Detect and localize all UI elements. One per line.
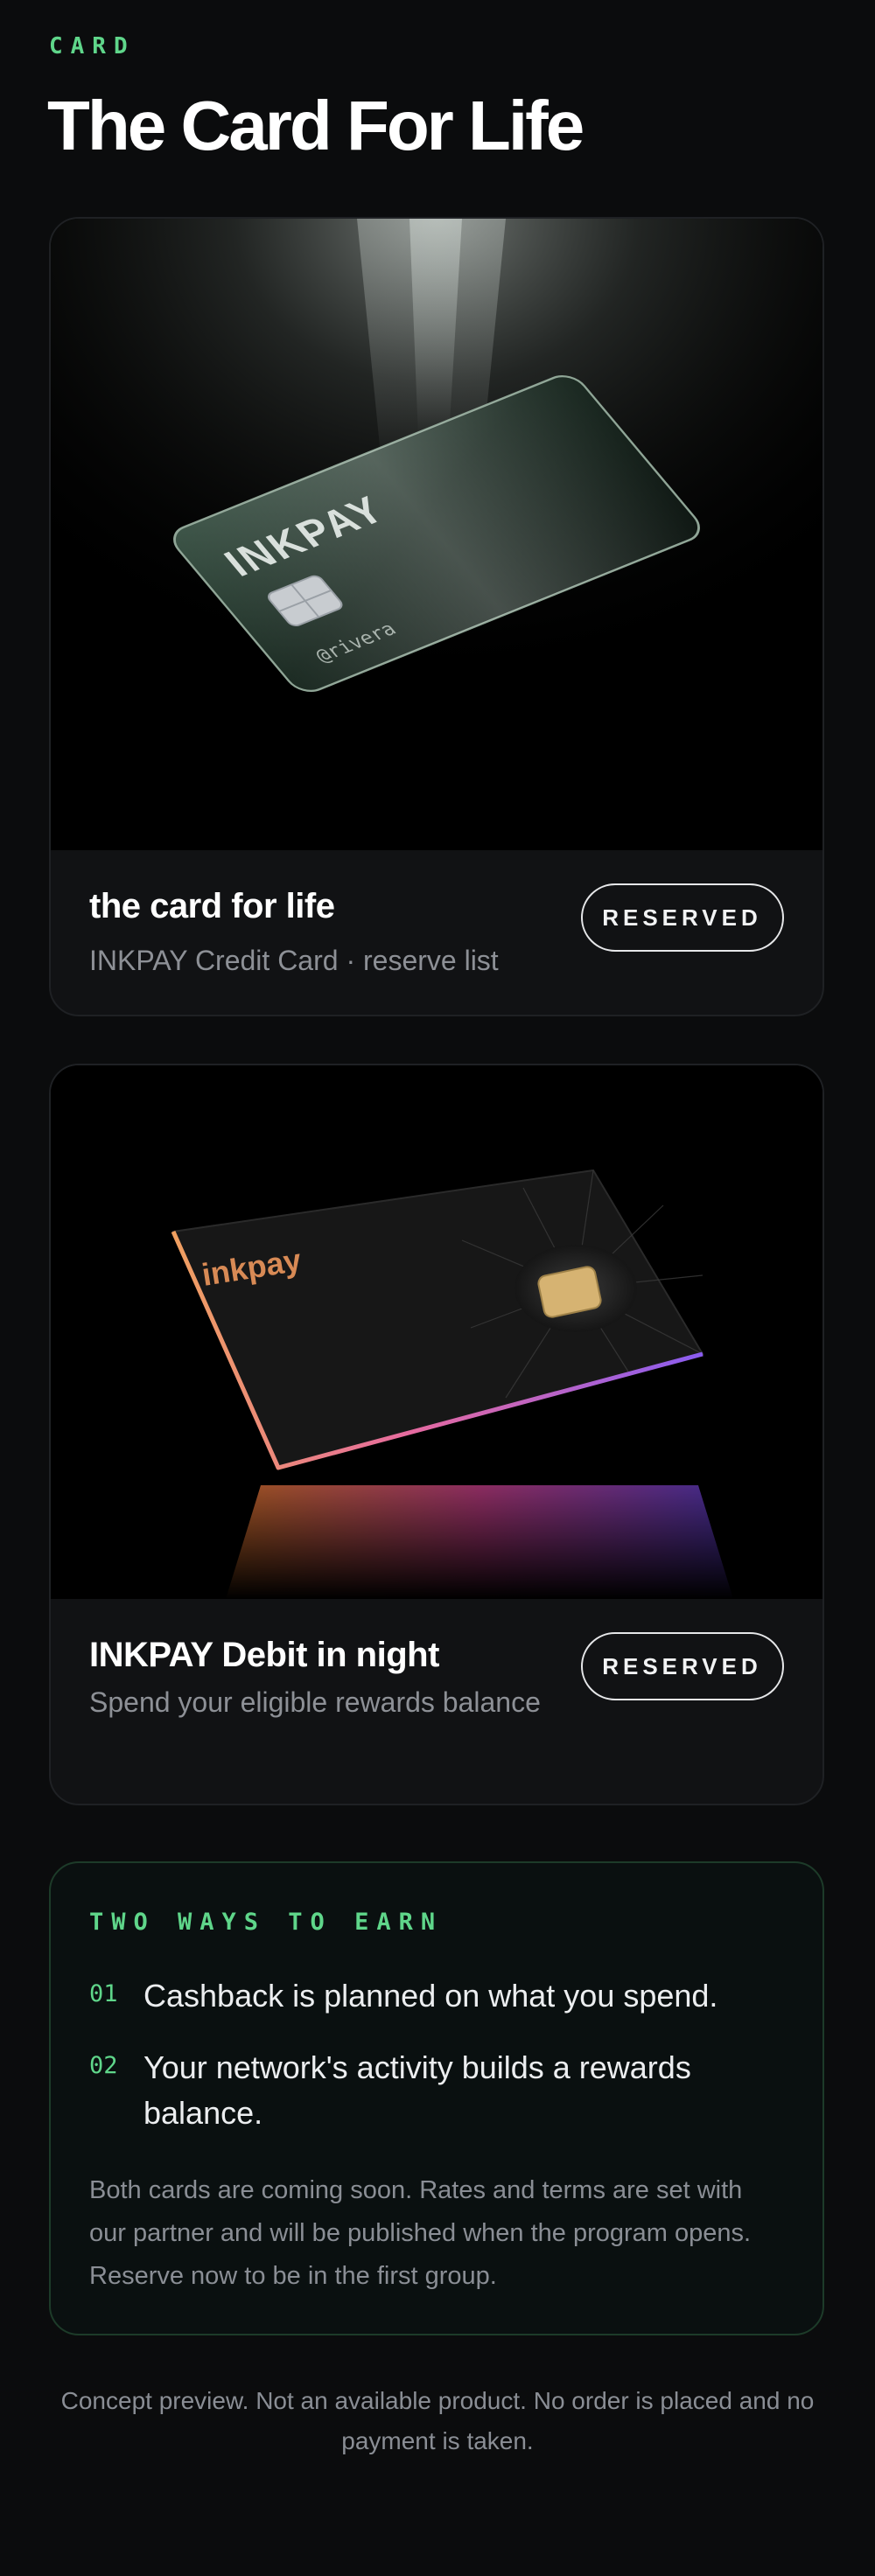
earn-note: Both cards are coming soon. Rates and te… xyxy=(89,2176,752,2290)
footer-disclaimer: Concept preview. Not an available produc… xyxy=(60,2387,815,2454)
reserved-button[interactable]: RESERVED xyxy=(581,1632,784,1700)
earn-title: TWO WAYS TO EARN xyxy=(89,1909,444,1936)
earn-item-number: 01 xyxy=(89,1980,118,2007)
card-subtitle: Spend your eligible rewards balance xyxy=(89,1686,541,1718)
earn-item-text: Cashback is planned on what you spend. xyxy=(144,1978,718,2014)
page: CARD The Card For Life INKPAY @rivera th… xyxy=(0,0,875,2576)
card-title: the card for life xyxy=(89,887,335,925)
page-title: The Card For Life xyxy=(47,87,584,164)
product-card-credit: INKPAY @rivera the card for life INKPAY … xyxy=(49,217,824,1016)
earn-item-number: 02 xyxy=(89,2052,118,2079)
debit-card-image: inkpay xyxy=(51,1065,822,1599)
debit-card-body: INKPAY Debit in night Spend your eligibl… xyxy=(51,1599,822,1804)
product-card-debit: inkpay INKPAY Debit in night Spend your … xyxy=(49,1064,824,1805)
card-subtitle: INKPAY Credit Card · reserve list xyxy=(89,945,499,976)
credit-card-body: the card for life INKPAY Credit Card · r… xyxy=(51,850,822,1015)
credit-card-image: INKPAY @rivera xyxy=(51,219,822,850)
earn-item-text: Your network's activity builds a rewards… xyxy=(144,2049,691,2131)
earn-panel: TWO WAYS TO EARN 01 Cashback is planned … xyxy=(49,1861,824,2335)
card-title: INKPAY Debit in night xyxy=(89,1636,439,1674)
reserved-button[interactable]: RESERVED xyxy=(581,883,784,952)
section-eyebrow: CARD xyxy=(49,33,136,59)
